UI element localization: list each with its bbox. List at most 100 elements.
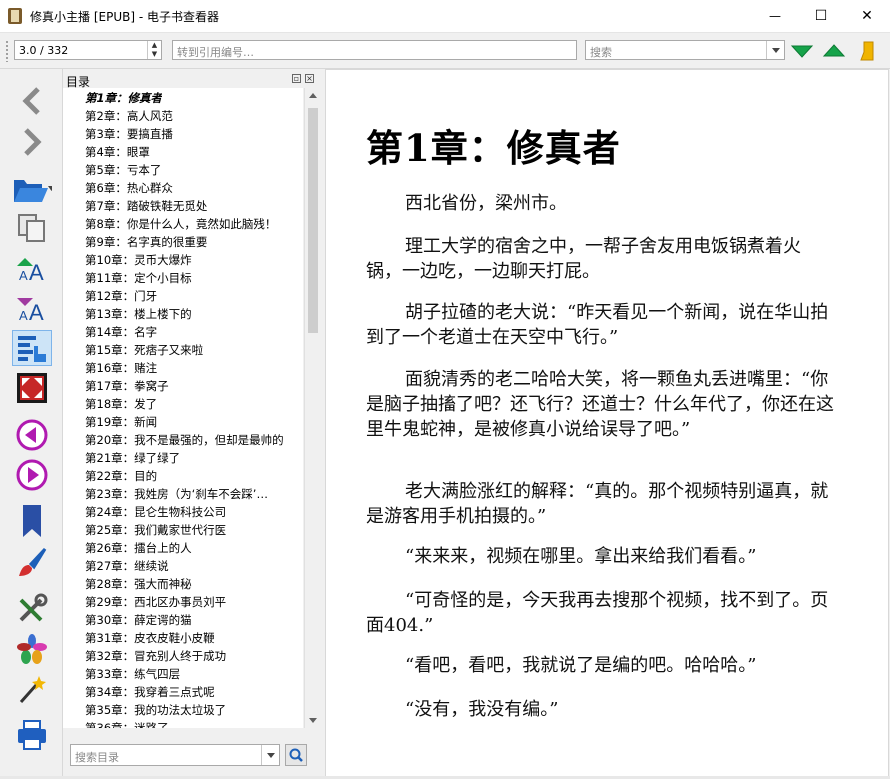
toc-item[interactable]: 第5章：亏本了 xyxy=(85,161,161,179)
toc-item[interactable]: 第17章：拳窝子 xyxy=(85,377,169,395)
toc-item[interactable]: 第11章：定个小目标 xyxy=(85,269,192,287)
copy-icon xyxy=(18,214,45,242)
toc-search-input[interactable]: 搜索目录 xyxy=(70,744,280,766)
print-icon xyxy=(18,720,46,750)
bookmark-icon xyxy=(23,505,41,537)
toc-item[interactable]: 第9章：名字真的很重要 xyxy=(85,233,207,251)
position-spinbox[interactable]: 3.0 / 332 ▲ ▼ xyxy=(14,40,162,60)
toc-close-button[interactable]: × xyxy=(305,74,314,83)
scroll-up-icon[interactable] xyxy=(309,93,317,98)
toc-item[interactable]: 第33章：练气四层 xyxy=(85,665,180,683)
maximize-button[interactable]: ☐ xyxy=(798,0,844,32)
toc-item[interactable]: 第22章：目的 xyxy=(85,467,157,485)
toc-item[interactable]: 第28章：强大而神秘 xyxy=(85,575,192,593)
bookmark-ribbon-button[interactable] xyxy=(855,39,881,63)
next-match-button[interactable] xyxy=(789,39,815,63)
chevron-down-icon xyxy=(771,47,780,53)
toc-item[interactable]: 第35章：我的功法太垃圾了 xyxy=(85,701,226,719)
forward-icon xyxy=(24,128,42,156)
back-button[interactable] xyxy=(12,83,52,119)
toc-item[interactable]: 第2章：高人风范 xyxy=(85,107,173,125)
fullscreen-icon xyxy=(17,373,47,403)
font-smaller-button[interactable]: A A xyxy=(12,290,52,326)
toc-item[interactable]: 第34章：我穿着三点式呢 xyxy=(85,683,215,701)
toc-item[interactable]: 第31章：皮衣皮鞋小皮鞭 xyxy=(85,629,215,647)
toc-item[interactable]: 第23章：我姓房（为‘刹车不会踩’… xyxy=(85,485,268,503)
position-stepper[interactable]: ▲ ▼ xyxy=(147,41,161,59)
previous-match-button[interactable] xyxy=(821,39,847,63)
svg-text:A: A xyxy=(19,308,28,323)
toc-item[interactable]: 第18章：发了 xyxy=(85,395,157,413)
print-button[interactable] xyxy=(12,717,52,753)
copy-button[interactable] xyxy=(12,210,52,246)
toc-item[interactable]: 第16章：赌注 xyxy=(85,359,157,377)
toc-item[interactable]: 第10章：灵币大爆炸 xyxy=(85,251,192,269)
font-smaller-icon: A A xyxy=(17,298,44,324)
toc-list[interactable]: 第1章：修真者 第2章：高人风范 第3章：要搞直播 第4章：眼罩 第5章：亏本了 第6章：… xyxy=(63,88,303,728)
toc-item[interactable]: 第14章：名字 xyxy=(85,323,157,341)
search-history-dropdown[interactable] xyxy=(766,41,784,59)
toc-item[interactable]: 第36章：迷路了 xyxy=(85,719,169,728)
paragraph: 理工大学的宿舍之中，一帮子舍友用电饭锅煮着火锅，一边吃，一边聊天打屁。 xyxy=(366,236,801,282)
preferences-button[interactable] xyxy=(12,591,52,627)
previous-match-up-icon xyxy=(822,44,846,57)
minimize-button[interactable]: — xyxy=(752,0,798,32)
lookup-button[interactable] xyxy=(12,671,52,707)
toc-item[interactable]: 第24章：昆仑生物科技公司 xyxy=(85,503,226,521)
toc-item[interactable]: 第12章：门牙 xyxy=(85,287,157,305)
paragraph: “来来来，视频在哪里。拿出来给我们看看。” xyxy=(405,546,757,567)
bookmark-ribbon-icon xyxy=(860,41,874,61)
toc-item[interactable]: 第25章：我们戴家世代行医 xyxy=(85,521,226,539)
toc-toggle-button[interactable] xyxy=(12,330,52,366)
toc-item[interactable]: 第29章：西北区办事员刘平 xyxy=(85,593,226,611)
next-page-icon xyxy=(16,459,48,491)
paragraph: 面貌清秀的老二哈哈大笑，将一颗鱼丸丢进嘴里：“你是脑子抽搐了吧？还飞行？还道士？… xyxy=(366,369,834,440)
back-icon xyxy=(22,87,40,115)
scroll-down-icon[interactable] xyxy=(309,718,317,723)
font-larger-button[interactable]: A A xyxy=(12,250,52,286)
toc-item[interactable]: 第26章：擂台上的人 xyxy=(85,539,192,557)
previous-page-button[interactable] xyxy=(12,417,52,453)
previous-page-icon xyxy=(16,419,48,451)
toc-item[interactable]: 第6章：热心群众 xyxy=(85,179,173,197)
book-content-view[interactable]: 第1章：修真者 西北省份，梁州市。 理工大学的宿舍之中，一帮子舍友用电饭锅煮着火… xyxy=(325,69,889,779)
toc-item[interactable]: 第4章：眼罩 xyxy=(85,143,150,161)
bookmarks-button[interactable] xyxy=(12,503,52,539)
toc-item[interactable]: 第15章：死痞子又来啦 xyxy=(85,341,203,359)
toc-search-dropdown[interactable] xyxy=(261,745,279,765)
toc-item[interactable]: 第8章：你是什么人，竟然如此脑残！ xyxy=(85,215,276,233)
toc-scroll-thumb[interactable] xyxy=(308,108,318,333)
svg-text:A: A xyxy=(29,300,44,324)
app-book-icon xyxy=(8,8,22,24)
toc-item[interactable]: 第20章：我不是最强的，但却是最帅的 xyxy=(85,431,284,449)
next-page-button[interactable] xyxy=(12,457,52,493)
toc-item[interactable]: 第13章：楼上楼下的 xyxy=(85,305,192,323)
toc-item[interactable]: 第27章：继续说 xyxy=(85,557,169,575)
left-action-bar: A A A A xyxy=(0,69,63,779)
toc-item[interactable]: 第3章：要搞直播 xyxy=(85,125,173,143)
toc-scrollbar[interactable] xyxy=(304,88,321,728)
search-input[interactable]: 搜索 xyxy=(585,40,785,60)
theme-button[interactable] xyxy=(12,545,52,581)
toc-item[interactable]: 第21章：绿了绿了 xyxy=(85,449,180,467)
fullscreen-button[interactable] xyxy=(12,370,52,406)
toc-search-button[interactable] xyxy=(285,744,307,766)
toc-item[interactable]: 第7章：踏破铁鞋无觅处 xyxy=(85,197,207,215)
open-book-button[interactable] xyxy=(12,169,52,205)
toc-panel: 目录 ▫ × 第1章：修真者 第2章：高人风范 第3章：要搞直播 第4章：眼罩 第5章：… xyxy=(63,69,321,779)
toc-search-placeholder: 搜索目录 xyxy=(75,751,119,764)
toc-item[interactable]: 第19章：新闻 xyxy=(85,413,157,431)
toc-item[interactable]: 第30章：薛定谔的猫 xyxy=(85,611,192,629)
toc-float-button[interactable]: ▫ xyxy=(292,74,301,83)
svg-text:A: A xyxy=(19,268,28,283)
toc-item[interactable]: 第32章：冒充别人终于成功 xyxy=(85,647,226,665)
toolbar-grip[interactable] xyxy=(5,40,9,62)
close-window-button[interactable]: ✕ xyxy=(844,0,890,32)
chevron-down-icon xyxy=(266,752,275,758)
toc-item[interactable]: 第1章：修真者 xyxy=(85,89,162,107)
reference-mode-button[interactable] xyxy=(12,631,52,667)
position-value: 3.0 / 332 xyxy=(19,44,69,57)
forward-button[interactable] xyxy=(12,124,52,160)
reference-input[interactable]: 转到引用编号… xyxy=(172,40,577,60)
paragraph: “看吧，看吧，我就说了是编的吧。哈哈哈。” xyxy=(405,655,757,676)
